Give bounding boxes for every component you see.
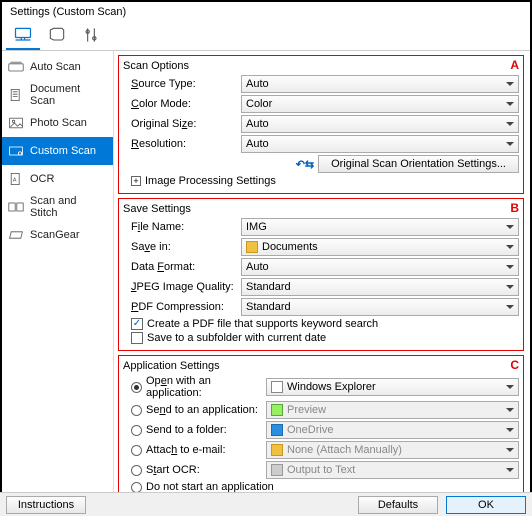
send-app-combo[interactable]: Preview xyxy=(266,401,519,419)
preview-icon xyxy=(271,404,283,416)
section-letter-c: C xyxy=(510,358,519,372)
save-in-label: Save in: xyxy=(131,241,241,253)
sidebar-item-label: Custom Scan xyxy=(30,145,96,157)
folder-icon xyxy=(246,241,258,253)
resolution-combo[interactable]: Auto xyxy=(241,135,519,153)
send-folder-label: Send to a folder: xyxy=(146,424,266,436)
scan-options-section: A Scan Options Source Type:Auto Color Mo… xyxy=(118,55,524,194)
original-size-combo[interactable]: Auto xyxy=(241,115,519,133)
photo-icon xyxy=(8,116,24,130)
sidebar-item-scan-stitch[interactable]: Scan and Stitch xyxy=(2,193,113,221)
original-size-label: Original Size: xyxy=(131,118,241,130)
sidebar-item-label: Auto Scan xyxy=(30,61,81,73)
footer: Instructions Defaults OK xyxy=(0,492,532,516)
tab-scan-from-computer[interactable] xyxy=(6,22,40,50)
open-with-combo[interactable]: Windows Explorer xyxy=(266,378,519,396)
pdf-compression-label: PDF Compression: xyxy=(131,301,241,313)
auto-scan-icon xyxy=(8,60,24,74)
scangear-icon xyxy=(8,228,24,242)
orientation-settings-button[interactable]: Original Scan Orientation Settings... xyxy=(318,155,519,173)
start-ocr-label: Start OCR: xyxy=(146,464,266,476)
ocr-icon: A xyxy=(8,172,24,186)
instructions-button[interactable]: Instructions xyxy=(6,496,86,514)
explorer-icon xyxy=(271,381,283,393)
custom-scan-icon xyxy=(8,144,24,158)
sidebar-item-label: Document Scan xyxy=(30,83,107,107)
attach-email-combo[interactable]: None (Attach Manually) xyxy=(266,441,519,459)
sidebar: Auto Scan Document Scan Photo Scan Custo… xyxy=(2,51,114,503)
stitch-icon xyxy=(8,200,24,214)
sidebar-item-scangear[interactable]: ScanGear xyxy=(2,221,113,249)
sidebar-item-label: OCR xyxy=(30,173,54,185)
start-ocr-combo[interactable]: Output to Text xyxy=(266,461,519,479)
tab-scan-from-operation-panel[interactable] xyxy=(40,22,74,50)
sidebar-item-auto-scan[interactable]: Auto Scan xyxy=(2,53,113,81)
pdf-keyword-checkbox[interactable]: ✓Create a PDF file that supports keyword… xyxy=(123,318,519,330)
mail-icon xyxy=(271,444,283,456)
sidebar-item-ocr[interactable]: A OCR xyxy=(2,165,113,193)
svg-text:A: A xyxy=(13,177,17,183)
data-format-combo[interactable]: Auto xyxy=(241,258,519,276)
attach-email-radio[interactable] xyxy=(131,445,142,456)
open-with-radio[interactable] xyxy=(131,382,142,393)
orientation-arrow-icon: ↶⇆ xyxy=(296,158,314,171)
output-icon xyxy=(271,464,283,476)
ok-button[interactable]: OK xyxy=(446,496,526,514)
subfolder-checkbox[interactable]: Save to a subfolder with current date xyxy=(123,332,519,344)
pdf-compression-combo[interactable]: Standard xyxy=(241,298,519,316)
sidebar-item-label: Scan and Stitch xyxy=(30,195,107,219)
section-letter-b: B xyxy=(510,201,519,215)
jpeg-quality-combo[interactable]: Standard xyxy=(241,278,519,296)
sidebar-item-document-scan[interactable]: Document Scan xyxy=(2,81,113,109)
sidebar-item-label: Photo Scan xyxy=(30,117,87,129)
save-in-combo[interactable]: Documents xyxy=(241,238,519,256)
file-name-label: File Name: xyxy=(131,221,241,233)
do-not-start-radio[interactable] xyxy=(131,482,142,493)
resolution-label: Resolution: xyxy=(131,138,241,150)
tab-general-settings[interactable] xyxy=(74,22,108,50)
document-icon xyxy=(8,88,24,102)
sidebar-item-photo-scan[interactable]: Photo Scan xyxy=(2,109,113,137)
source-type-label: Source Type: xyxy=(131,78,241,90)
toolbar xyxy=(2,20,530,51)
open-with-label: Open with an application: xyxy=(146,375,266,399)
onedrive-icon xyxy=(271,424,283,436)
send-folder-radio[interactable] xyxy=(131,425,142,436)
color-mode-label: Color Mode: xyxy=(131,98,241,110)
send-folder-combo[interactable]: OneDrive xyxy=(266,421,519,439)
sidebar-item-label: ScanGear xyxy=(30,229,80,241)
source-type-combo[interactable]: Auto xyxy=(241,75,519,93)
save-settings-section: B Save Settings File Name:IMG Save in:Do… xyxy=(118,198,524,351)
defaults-button[interactable]: Defaults xyxy=(358,496,438,514)
application-settings-section: C Application Settings Open with an appl… xyxy=(118,355,524,503)
send-app-radio[interactable] xyxy=(131,405,142,416)
scan-options-title: Scan Options xyxy=(123,60,519,72)
save-settings-title: Save Settings xyxy=(123,203,519,215)
image-processing-expander[interactable]: +Image Processing Settings xyxy=(123,175,519,187)
content-scroll[interactable]: A Scan Options Source Type:Auto Color Mo… xyxy=(114,51,530,503)
file-name-combo[interactable]: IMG xyxy=(241,218,519,236)
application-settings-title: Application Settings xyxy=(123,360,519,372)
plus-icon: + xyxy=(131,176,141,186)
send-app-label: Send to an application: xyxy=(146,404,266,416)
section-letter-a: A xyxy=(510,58,519,72)
checkbox-checked-icon: ✓ xyxy=(131,318,143,330)
color-mode-combo[interactable]: Color xyxy=(241,95,519,113)
start-ocr-radio[interactable] xyxy=(131,465,142,476)
sidebar-item-custom-scan[interactable]: Custom Scan xyxy=(2,137,113,165)
window-title: Settings (Custom Scan) xyxy=(2,2,530,20)
attach-email-label: Attach to e-mail: xyxy=(146,444,266,456)
jpeg-quality-label: JPEG Image Quality: xyxy=(131,281,241,293)
data-format-label: Data Format: xyxy=(131,261,241,273)
checkbox-unchecked-icon xyxy=(131,332,143,344)
